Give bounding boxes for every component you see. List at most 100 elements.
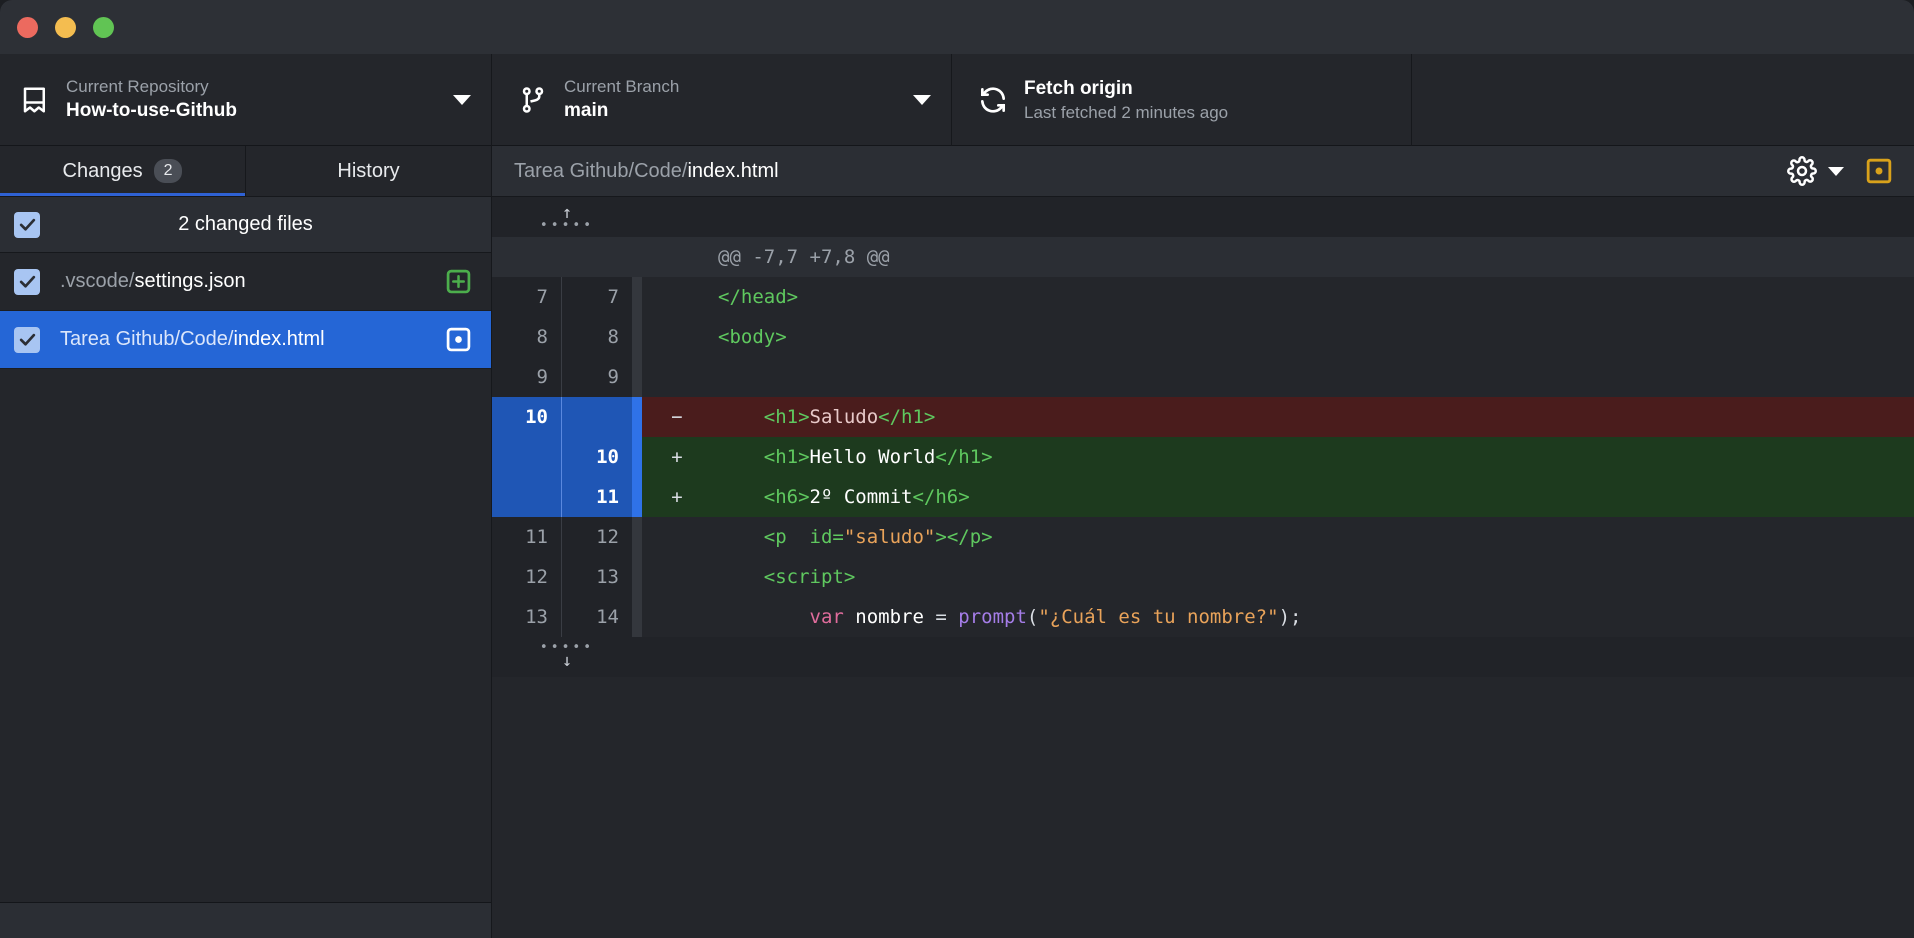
- gutter-strip: [632, 517, 642, 557]
- current-branch-button[interactable]: Current Branch main: [492, 54, 952, 146]
- diff-line-text: var nombre = prompt("¿Cuál es tu nombre?…: [712, 597, 1914, 637]
- chevron-down-icon[interactable]: [1828, 167, 1844, 176]
- list-item[interactable]: Tarea Github/Code/index.html: [0, 311, 491, 369]
- line-gutter: 77: [492, 277, 642, 317]
- diff-line-text: </head>: [712, 277, 1914, 317]
- code-token: nombre: [844, 606, 936, 628]
- commit-area[interactable]: [0, 902, 491, 938]
- chevron-down-icon[interactable]: [913, 95, 931, 105]
- file-path: Tarea Github/Code/index.html: [60, 328, 446, 351]
- gutter-strip: [632, 557, 642, 597]
- diff-marker: +: [642, 477, 712, 517]
- select-all-checkbox[interactable]: [14, 212, 40, 238]
- file-path-prefix: Tarea Github/Code/: [60, 328, 233, 350]
- code-token: <h6>: [764, 486, 810, 508]
- fetch-subtitle: Last fetched 2 minutes ago: [1024, 102, 1411, 124]
- diff-line-list: 77 </head> 88 <body> 9910− <h1>Saludo</h1>10…: [492, 277, 1914, 637]
- old-line-number: 7: [492, 277, 562, 317]
- repo-icon: [18, 83, 52, 117]
- expand-down-row: ••••• ↓: [492, 637, 1914, 677]
- diff-line-text: <script>: [712, 557, 1914, 597]
- code-token: <body>: [718, 326, 787, 348]
- line-gutter: 1314: [492, 597, 642, 637]
- diff-line-add[interactable]: 11+ <h6>2º Commit</h6>: [492, 477, 1914, 517]
- code-token: var: [810, 606, 844, 628]
- new-line-number: 11: [562, 477, 632, 517]
- tab-changes-label: Changes: [63, 160, 143, 183]
- code-token: "¿Cuál es tu nombre?": [1038, 606, 1278, 628]
- diff-line-ctx: 1314 var nombre = prompt("¿Cuál es tu no…: [492, 597, 1914, 637]
- expand-context-up-button[interactable]: ↑ •••••: [492, 197, 642, 237]
- diff-marker: [642, 597, 712, 637]
- expand-dots: •••••: [540, 223, 594, 229]
- diff-line-add[interactable]: 10+ <h1>Hello World</h1>: [492, 437, 1914, 477]
- code-token: 2º Commit: [810, 486, 913, 508]
- code-token: <script>: [764, 566, 856, 588]
- code-token: </h1>: [935, 446, 992, 468]
- new-line-number: 9: [562, 357, 632, 397]
- tab-history[interactable]: History: [246, 146, 491, 197]
- code-token: =: [935, 606, 958, 628]
- diff-line-ctx: 99: [492, 357, 1914, 397]
- toolbar-empty-area: [1412, 54, 1914, 146]
- repository-name: How-to-use-Github: [66, 98, 439, 124]
- line-gutter[interactable]: 10: [492, 437, 642, 477]
- close-window-button[interactable]: [17, 17, 38, 38]
- diff-line-text: <h1>Hello World</h1>: [712, 437, 1914, 477]
- new-line-number: 13: [562, 557, 632, 597]
- code-token: Hello World: [810, 446, 936, 468]
- status-icon-modified: [1866, 158, 1892, 184]
- code-token: <h1>: [764, 406, 810, 428]
- main-content: Changes 2 History 2 changed files .vscod…: [0, 146, 1914, 938]
- gutter-strip: [632, 357, 642, 397]
- changes-sidebar: Changes 2 History 2 changed files .vscod…: [0, 146, 492, 938]
- file-checkbox[interactable]: [14, 269, 40, 295]
- current-repository-button[interactable]: Current Repository How-to-use-Github: [0, 54, 492, 146]
- status-icon-new: [446, 269, 471, 294]
- code-token: </h6>: [912, 486, 969, 508]
- zoom-window-button[interactable]: [93, 17, 114, 38]
- code-token: );: [1279, 606, 1302, 628]
- old-line-number: [492, 437, 562, 477]
- diff-line-text: <h6>2º Commit</h6>: [712, 477, 1914, 517]
- code-token: </p>: [947, 526, 993, 548]
- gutter-strip: [632, 477, 642, 517]
- tab-history-label: History: [337, 160, 399, 183]
- old-line-number: [492, 477, 562, 517]
- github-desktop-window: Current Repository How-to-use-Github Cur…: [0, 0, 1914, 938]
- old-line-number: 12: [492, 557, 562, 597]
- diff-path-prefix: Tarea Github/Code/: [514, 160, 687, 182]
- status-icon-modified: [446, 327, 471, 352]
- diff-header: Tarea Github/Code/index.html: [492, 146, 1914, 197]
- gear-icon[interactable]: [1787, 156, 1817, 186]
- code-token: id=: [798, 526, 844, 548]
- new-line-number: 12: [562, 517, 632, 557]
- hunk-gutter: [492, 237, 642, 277]
- line-gutter: 1112: [492, 517, 642, 557]
- diff-line-ctx: 1112 <p id="saludo"></p>: [492, 517, 1914, 557]
- expand-context-down-button[interactable]: ••••• ↓: [492, 637, 642, 677]
- branch-icon: [516, 83, 550, 117]
- new-line-number: 10: [562, 437, 632, 477]
- diff-marker: +: [642, 437, 712, 477]
- hunk-header-row: @@ -7,7 +7,8 @@: [492, 237, 1914, 277]
- chevron-down-icon[interactable]: [453, 95, 471, 105]
- sidebar-tabs: Changes 2 History: [0, 146, 491, 197]
- changed-files-header: 2 changed files: [0, 197, 491, 253]
- file-checkbox[interactable]: [14, 327, 40, 353]
- code-token: </h1>: [878, 406, 935, 428]
- code-token: >: [935, 526, 946, 548]
- tab-changes[interactable]: Changes 2: [0, 146, 246, 197]
- diff-line-ctx: 77 </head>: [492, 277, 1914, 317]
- fetch-origin-button[interactable]: Fetch origin Last fetched 2 minutes ago: [952, 54, 1412, 146]
- sync-icon: [976, 83, 1010, 117]
- line-gutter[interactable]: 11: [492, 477, 642, 517]
- diff-line-ctx: 88 <body>: [492, 317, 1914, 357]
- list-item[interactable]: .vscode/settings.json: [0, 253, 491, 311]
- changed-files-count-label: 2 changed files: [0, 213, 491, 236]
- line-gutter[interactable]: 10: [492, 397, 642, 437]
- minimize-window-button[interactable]: [55, 17, 76, 38]
- gutter-strip: [632, 437, 642, 477]
- line-gutter: 88: [492, 317, 642, 357]
- diff-line-del[interactable]: 10− <h1>Saludo</h1>: [492, 397, 1914, 437]
